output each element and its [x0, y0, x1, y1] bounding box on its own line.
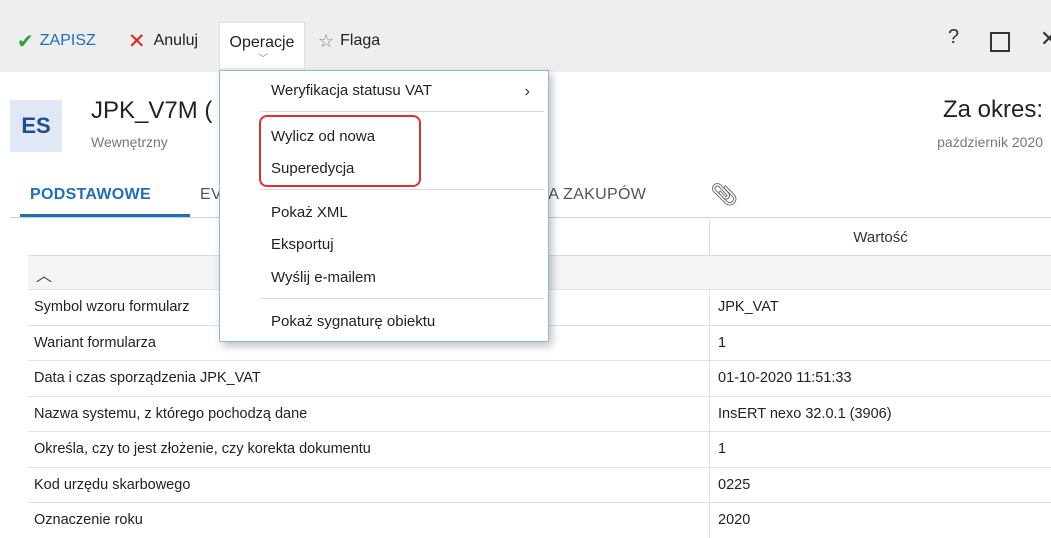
save-button[interactable]: ✔ ZAPISZ: [17, 26, 96, 56]
tab-ewidencja-zakupow[interactable]: JA ZAKUPÓW: [540, 186, 646, 204]
active-tab-indicator: [20, 214, 190, 217]
row-value: 01-10-2020 11:51:33: [718, 370, 852, 386]
document-type-badge: ES: [10, 100, 62, 152]
close-x-icon: ✕: [128, 29, 146, 53]
menu-separator: [260, 189, 544, 190]
menu-item-pokaz-sygnature-obiektu[interactable]: Pokaż sygnaturę obiektu: [271, 313, 435, 330]
operations-dropdown-menu: Weryfikacja statusu VAT › Wylicz od nowa…: [219, 70, 549, 342]
star-icon: ☆: [318, 30, 335, 51]
menu-item-wyslij-e-mailem[interactable]: Wyślij e-mailem: [271, 269, 376, 286]
menu-item-superedycja[interactable]: Superedycja: [271, 160, 354, 177]
menu-item-pokaz-xml[interactable]: Pokaż XML: [271, 204, 348, 221]
table-row[interactable]: Kod urzędu skarbowego 0225: [28, 467, 1051, 503]
toolbar: ✔ ZAPISZ ✕ Anuluj Operacje ﹀ ☆ Flaga ? ✕: [0, 0, 1051, 72]
menu-item-wylicz-od-nowa[interactable]: Wylicz od nowa: [271, 128, 375, 145]
cancel-label: Anuluj: [153, 32, 199, 49]
menu-item-eksportuj[interactable]: Eksportuj: [271, 236, 334, 253]
operations-menu-button[interactable]: Operacje ﹀: [219, 22, 305, 68]
document-subtitle: Wewnętrzny: [91, 134, 168, 150]
menu-item-weryfikacja-statusu-vat[interactable]: Weryfikacja statusu VAT: [271, 82, 432, 99]
menu-separator: [260, 298, 544, 299]
chevron-right-icon: ›: [524, 83, 530, 100]
checkmark-icon: ✔: [17, 30, 34, 53]
row-key: Symbol wzoru formularz: [34, 299, 190, 315]
save-label: ZAPISZ: [39, 32, 96, 49]
tab-podstawowe[interactable]: PODSTAWOWE: [30, 186, 151, 204]
row-key: Kod urzędu skarbowego: [34, 476, 191, 493]
menu-separator: [260, 111, 544, 112]
row-key: Określa, czy to jest złożenie, czy korek…: [34, 441, 371, 457]
table-row[interactable]: Data i czas sporządzenia JPK_VAT 01-10-2…: [28, 361, 1051, 397]
row-value: JPK_VAT: [718, 299, 779, 315]
row-value: 0225: [718, 476, 751, 493]
value-column-header[interactable]: Wartość: [710, 229, 1051, 246]
row-value: 1: [718, 441, 727, 457]
row-key: Oznaczenie roku: [34, 512, 143, 528]
maximize-icon[interactable]: [990, 32, 1010, 52]
attachment-icon[interactable]: 📎︎: [710, 182, 738, 208]
table-row[interactable]: Określa, czy to jest złożenie, czy korek…: [28, 432, 1051, 468]
flag-label: Flaga: [340, 32, 381, 49]
period-label: Za okres:: [942, 96, 1043, 123]
row-key: Data i czas sporządzenia JPK_VAT: [34, 370, 261, 386]
row-value: InsERT nexo 32.0.1 (3906): [718, 405, 892, 422]
close-window-icon[interactable]: ✕: [1040, 26, 1051, 52]
flag-button[interactable]: ☆ Flaga: [318, 26, 380, 56]
chevron-down-icon: ﹀: [258, 54, 268, 65]
cancel-button[interactable]: ✕ Anuluj: [128, 26, 198, 56]
collapse-caret-icon[interactable]: ︿: [36, 262, 52, 286]
row-key: Nazwa systemu, z którego pochodzą dane: [34, 405, 308, 422]
table-row[interactable]: Oznaczenie roku 2020: [28, 503, 1051, 538]
row-value: 1: [718, 334, 727, 351]
operations-label: Operacje: [229, 33, 295, 51]
row-key: Wariant formularza: [34, 334, 156, 351]
help-button[interactable]: ?: [948, 26, 959, 49]
document-title: JPK_V7M (: [91, 97, 213, 124]
period-value: październik 2020: [937, 134, 1043, 150]
table-row[interactable]: Nazwa systemu, z którego pochodzą dane I…: [28, 396, 1051, 432]
row-value: 2020: [718, 512, 751, 528]
